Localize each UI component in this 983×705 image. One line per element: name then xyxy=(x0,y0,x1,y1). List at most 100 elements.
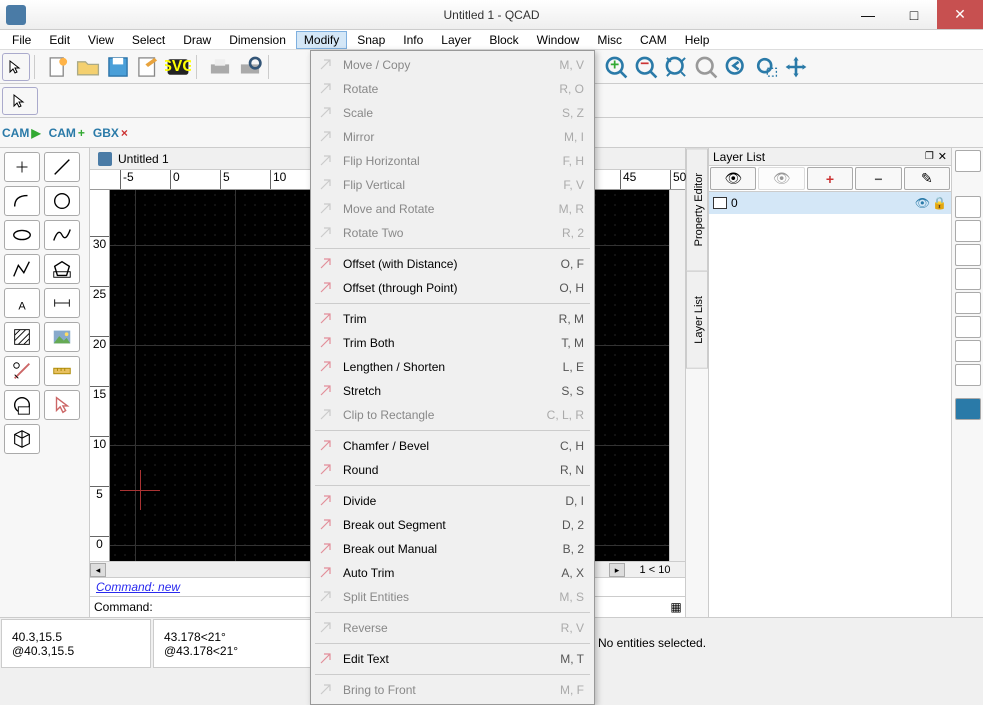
strip-button[interactable] xyxy=(955,244,981,266)
menu-draw[interactable]: Draw xyxy=(175,31,219,49)
arc-tool[interactable] xyxy=(4,186,40,216)
remove-layer-icon[interactable]: − xyxy=(855,167,901,190)
menu-layer[interactable]: Layer xyxy=(433,31,479,49)
layer-name: 0 xyxy=(731,196,911,210)
zoom-prev-icon[interactable] xyxy=(722,53,750,81)
menu-dimension[interactable]: Dimension xyxy=(221,31,294,49)
menu-item-label: Trim Both xyxy=(343,336,553,350)
scrollbar-vertical[interactable] xyxy=(669,190,685,561)
edit-layer-icon[interactable]: ✎ xyxy=(904,167,950,190)
menu-item-offset-through-point-[interactable]: Offset (through Point)O, H xyxy=(313,276,592,300)
strip-button[interactable] xyxy=(955,196,981,218)
cam-button-1[interactable]: CAM▶ xyxy=(2,126,41,140)
circle-tool[interactable] xyxy=(44,186,80,216)
menu-select[interactable]: Select xyxy=(124,31,173,49)
hide-all-layers-icon[interactable]: 👁 xyxy=(758,167,804,190)
menu-misc[interactable]: Misc xyxy=(589,31,630,49)
print-preview-icon[interactable] xyxy=(236,53,264,81)
strip-button[interactable] xyxy=(955,364,981,386)
strip-button[interactable] xyxy=(955,268,981,290)
zoom-fit-icon[interactable] xyxy=(662,53,690,81)
menu-item-trim-both[interactable]: Trim BothT, M xyxy=(313,331,592,355)
layer-list-tab[interactable]: Layer List xyxy=(686,271,708,369)
menu-item-clip-to-rectangle: Clip to RectangleC, L, R xyxy=(313,403,592,427)
dimension-tool[interactable] xyxy=(44,288,80,318)
menu-edit[interactable]: Edit xyxy=(41,31,78,49)
property-editor-tab[interactable]: Property Editor xyxy=(686,148,708,271)
close-button[interactable]: ✕ xyxy=(937,0,983,29)
menu-item-stretch[interactable]: StretchS, S xyxy=(313,379,592,403)
point-tool[interactable] xyxy=(4,152,40,182)
polygon-tool[interactable] xyxy=(44,254,80,284)
image-tool[interactable] xyxy=(44,322,80,352)
measure-tool[interactable] xyxy=(4,356,40,386)
pan-icon[interactable] xyxy=(782,53,810,81)
pointer-tool-sub[interactable] xyxy=(2,87,38,115)
pointer-tool[interactable] xyxy=(2,53,30,81)
menu-info[interactable]: Info xyxy=(395,31,431,49)
menu-block[interactable]: Block xyxy=(481,31,526,49)
menu-item-label: Split Entities xyxy=(343,590,551,604)
zoom-select-icon[interactable] xyxy=(692,53,720,81)
line-tool[interactable] xyxy=(44,152,80,182)
open-file-icon[interactable] xyxy=(74,53,102,81)
strip-button[interactable] xyxy=(955,340,981,362)
menu-snap[interactable]: Snap xyxy=(349,31,393,49)
save-icon[interactable] xyxy=(104,53,132,81)
show-all-layers-icon[interactable]: 👁 xyxy=(710,167,756,190)
menu-help[interactable]: Help xyxy=(677,31,718,49)
block-tool[interactable] xyxy=(4,390,40,420)
gbx-button[interactable]: GBX× xyxy=(93,126,128,140)
menu-window[interactable]: Window xyxy=(529,31,588,49)
menu-item-auto-trim[interactable]: Auto TrimA, X xyxy=(313,561,592,585)
3d-tool[interactable] xyxy=(4,424,40,454)
layer-visible-icon[interactable]: 👁 xyxy=(915,196,930,210)
menu-item-label: Flip Vertical xyxy=(343,178,555,192)
strip-button[interactable] xyxy=(955,316,981,338)
strip-button[interactable] xyxy=(955,292,981,314)
menu-item-chamfer-bevel[interactable]: Chamfer / BevelC, H xyxy=(313,434,592,458)
menu-cam[interactable]: CAM xyxy=(632,31,675,49)
menu-modify[interactable]: Modify xyxy=(296,31,347,49)
menu-item-divide[interactable]: DivideD, I xyxy=(313,489,592,513)
close-panel-icon[interactable]: ✕ xyxy=(938,150,947,163)
ellipse-tool[interactable] xyxy=(4,220,40,250)
menu-item-break-out-segment[interactable]: Break out SegmentD, 2 xyxy=(313,513,592,537)
menu-file[interactable]: File xyxy=(4,31,39,49)
text-tool[interactable]: A xyxy=(4,288,40,318)
svg-icon[interactable]: SVG xyxy=(164,53,192,81)
minimize-button[interactable]: — xyxy=(845,0,891,29)
cam-button-2[interactable]: CAM+ xyxy=(49,126,85,140)
ruler-tool[interactable] xyxy=(44,356,80,386)
undock-icon[interactable]: ❐ xyxy=(925,151,934,162)
new-file-icon[interactable] xyxy=(44,53,72,81)
command-dropdown-icon[interactable]: ▦ xyxy=(667,600,685,614)
select-tool[interactable] xyxy=(44,390,80,420)
strip-button[interactable] xyxy=(955,150,981,172)
menu-item-lengthen-shorten[interactable]: Lengthen / ShortenL, E xyxy=(313,355,592,379)
menu-item-edit-text[interactable]: Edit TextM, T xyxy=(313,647,592,671)
maximize-button[interactable]: □ xyxy=(891,0,937,29)
strip-button[interactable] xyxy=(955,220,981,242)
menu-view[interactable]: View xyxy=(80,31,122,49)
menu-item-trim[interactable]: TrimR, M xyxy=(313,307,592,331)
layer-lock-icon[interactable]: 🔒 xyxy=(932,196,947,210)
edit-icon[interactable] xyxy=(134,53,162,81)
print-icon[interactable] xyxy=(206,53,234,81)
zoom-out-icon[interactable]: − xyxy=(632,53,660,81)
menu-item-shortcut: R, N xyxy=(560,463,584,477)
layer-row-0[interactable]: 0 👁 🔒 xyxy=(709,192,951,214)
zoom-window-icon[interactable] xyxy=(752,53,780,81)
spline-tool[interactable] xyxy=(44,220,80,250)
strip-button[interactable] xyxy=(955,398,981,420)
zoom-in-icon[interactable]: + xyxy=(602,53,630,81)
scroll-right-icon[interactable]: ▸ xyxy=(609,563,625,577)
menu-item-offset-with-distance-[interactable]: Offset (with Distance)O, F xyxy=(313,252,592,276)
hatch-tool[interactable] xyxy=(4,322,40,352)
scroll-left-icon[interactable]: ◂ xyxy=(90,563,106,577)
add-layer-icon[interactable]: + xyxy=(807,167,853,190)
polyline-tool[interactable] xyxy=(4,254,40,284)
menu-item-break-out-manual[interactable]: Break out ManualB, 2 xyxy=(313,537,592,561)
menu-item-round[interactable]: RoundR, N xyxy=(313,458,592,482)
menu-item-icon xyxy=(317,382,335,400)
